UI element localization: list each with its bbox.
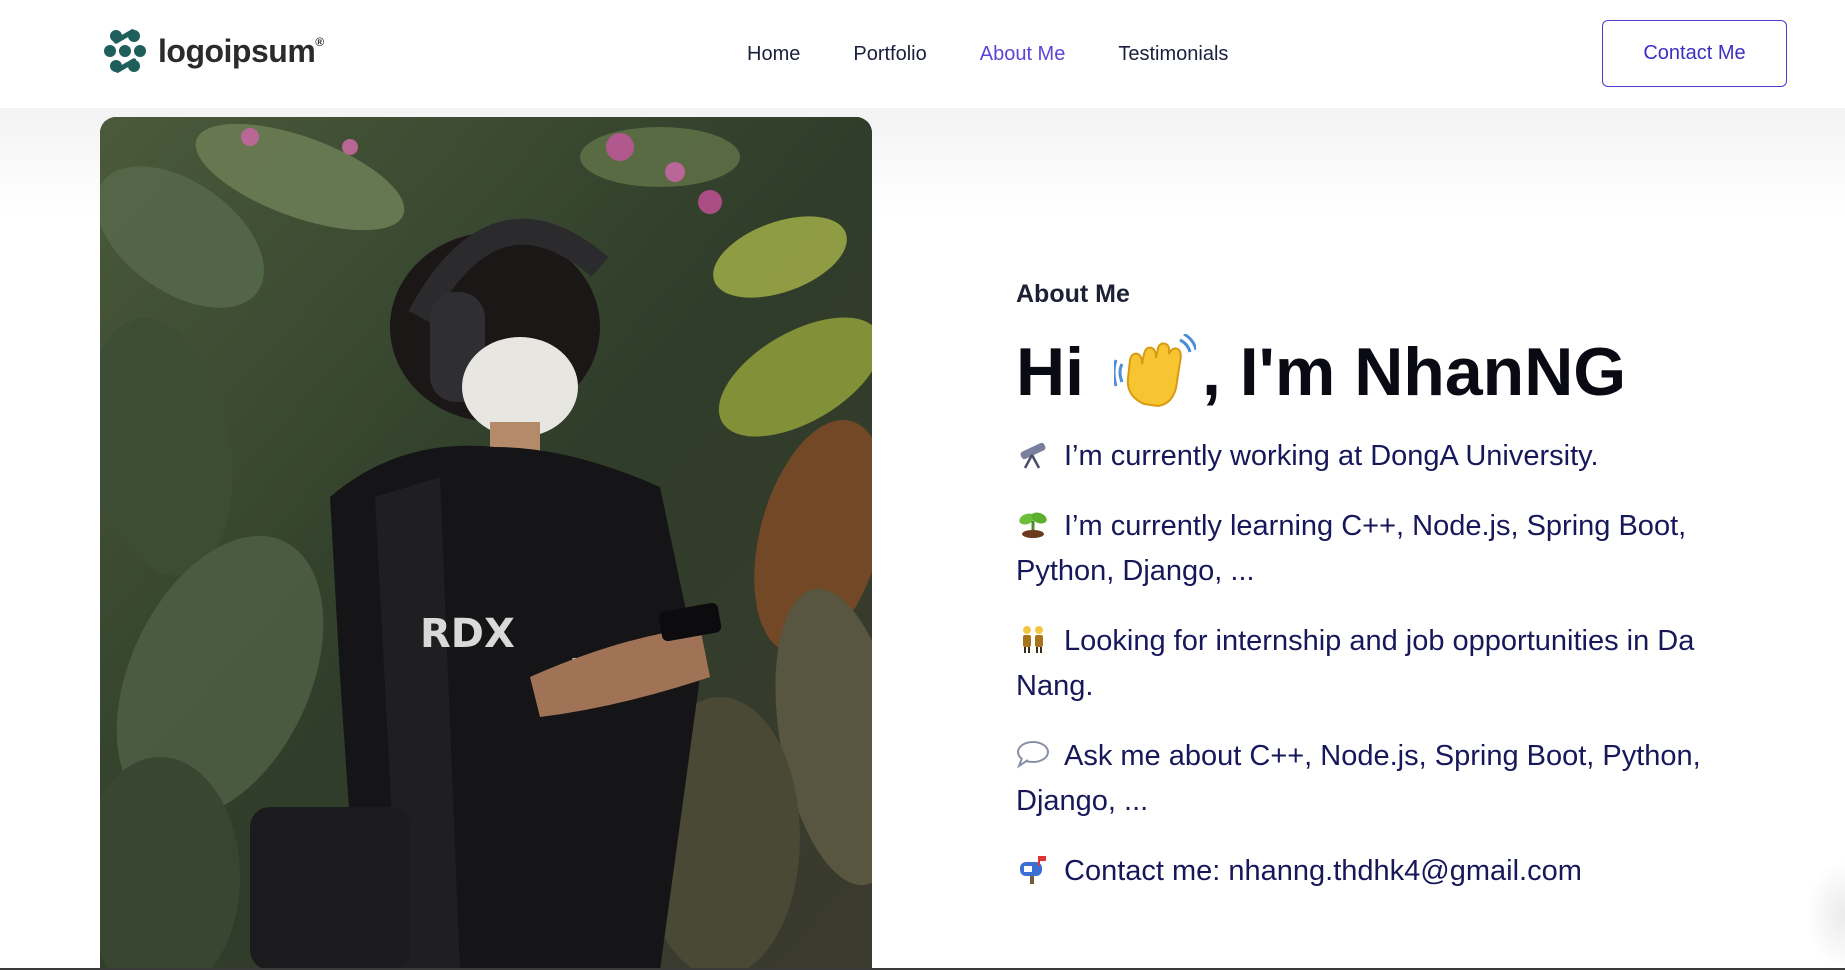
main-nav: Home Portfolio About Me Testimonials (747, 41, 1281, 67)
contact-me-button[interactable]: Contact Me (1602, 20, 1787, 87)
section-label: About Me (1016, 280, 1130, 308)
seedling-icon (1019, 512, 1047, 538)
about-content: About Me Hi , I'm NhanNG I’m currently w… (1016, 278, 1756, 919)
list-item: I’m currently learning C++, Node.js, Spr… (1016, 504, 1756, 594)
logo[interactable]: logoipsum® (102, 28, 324, 74)
greeting-start: Hi (1016, 334, 1084, 410)
scroll-shadow (1805, 860, 1845, 970)
line-text: I’m currently working at DongA Universit… (1064, 440, 1599, 472)
list-item: I’m currently working at DongA Universit… (1016, 434, 1756, 479)
nav-testimonials[interactable]: Testimonials (1118, 41, 1228, 67)
profile-photo: RDX HEY (100, 117, 872, 970)
list-item: Contact me: nhanng.thdhk4@gmail.com (1016, 849, 1756, 894)
mailbox-icon (1020, 856, 1046, 884)
page-title: Hi , I'm NhanNG (1016, 332, 1756, 412)
line-text: Looking for internship and job opportuni… (1016, 625, 1695, 702)
greeting-name: , I'm NhanNG (1202, 334, 1627, 410)
nav-about-me[interactable]: About Me (980, 41, 1066, 67)
about-lines: I’m currently working at DongA Universit… (1016, 434, 1756, 894)
line-text: Contact me: nhanng.thdhk4@gmail.com (1064, 855, 1582, 887)
site-header: logoipsum® Home Portfolio About Me Testi… (0, 0, 1845, 108)
list-item: Ask me about C++, Node.js, Spring Boot, … (1016, 734, 1756, 824)
list-item: Looking for internship and job opportuni… (1016, 619, 1756, 709)
svg-text:RDX: RDX (420, 611, 515, 657)
speech-bubble-icon (1016, 741, 1049, 769)
logo-text: logoipsum (158, 32, 316, 69)
line-text: Ask me about C++, Node.js, Spring Boot, … (1016, 740, 1701, 817)
nav-home[interactable]: Home (747, 41, 800, 67)
logo-icon (104, 29, 146, 73)
nav-portfolio[interactable]: Portfolio (853, 41, 926, 67)
telescope-icon (1020, 442, 1046, 469)
registered-mark: ® (315, 34, 324, 49)
waving-hand-icon (1114, 334, 1196, 408)
people-icon (1023, 626, 1043, 653)
line-text: I’m currently learning C++, Node.js, Spr… (1016, 510, 1687, 587)
